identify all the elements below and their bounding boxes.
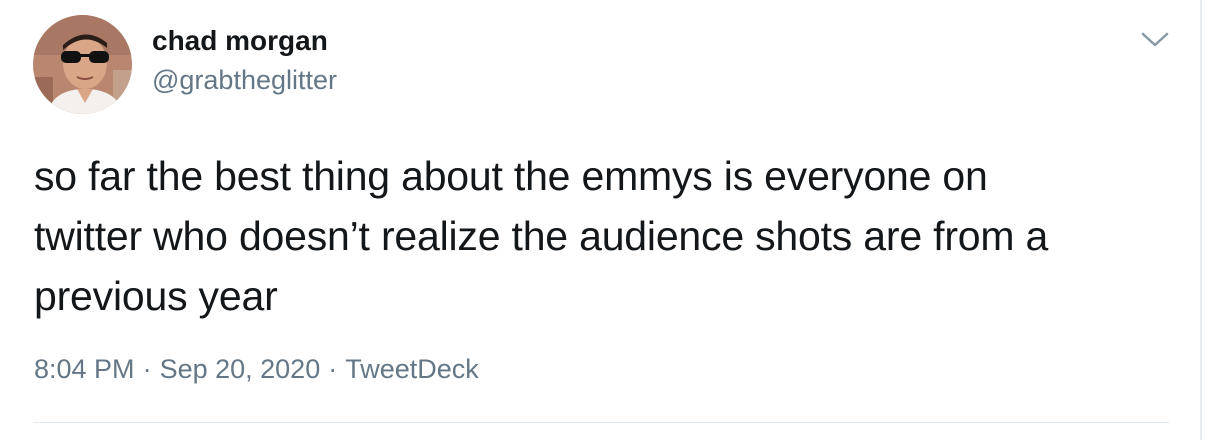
chevron-down-icon[interactable] — [1138, 28, 1172, 52]
tweet-time: 8:04 PM — [34, 354, 135, 384]
profile-photo-icon — [33, 15, 132, 114]
tweet-text-line: previous year — [34, 273, 278, 319]
tweet-timestamp-link[interactable]: 8:04 PM · Sep 20, 2020 — [34, 354, 320, 384]
tweet-card: chad morgan @grabtheglitter so far the b… — [0, 0, 1200, 440]
tweet-text-line: so far the best thing about the emmys is… — [34, 153, 988, 199]
avatar[interactable] — [33, 15, 132, 114]
tweet-source-link[interactable]: TweetDeck — [345, 354, 479, 384]
separator-dot: · — [328, 354, 338, 384]
divider — [33, 422, 1169, 423]
tweet-text: so far the best thing about the emmys is… — [34, 146, 1184, 326]
tweet-date: Sep 20, 2020 — [159, 354, 321, 384]
tweet-text-line: twitter who doesn’t realize the audience… — [34, 213, 1049, 259]
author-handle[interactable]: @grabtheglitter — [152, 65, 337, 96]
separator-dot: · — [142, 354, 152, 384]
tweet-metadata: 8:04 PM · Sep 20, 2020 · TweetDeck — [34, 354, 479, 385]
card-border — [1200, 0, 1202, 440]
author-display-name[interactable]: chad morgan — [152, 25, 328, 57]
